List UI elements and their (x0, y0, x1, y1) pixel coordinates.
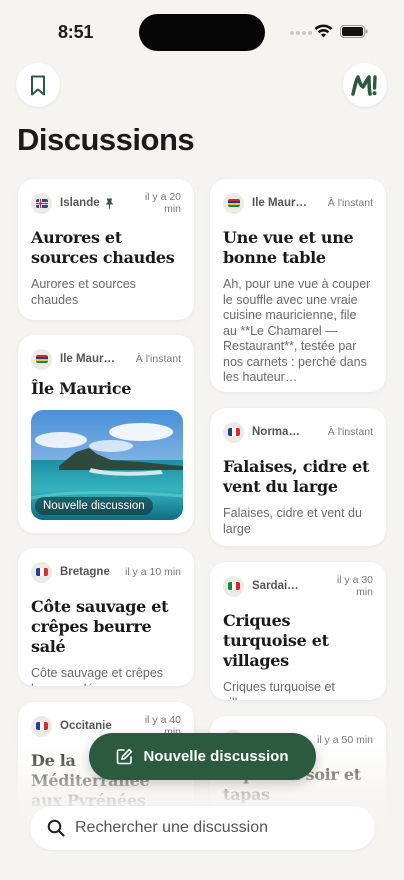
wifi-icon (314, 24, 333, 38)
search-bar[interactable] (30, 806, 375, 850)
card-region: Normandie (252, 426, 304, 438)
status-time: 8:51 (58, 22, 94, 42)
discussion-card[interactable]: Île Maurice À l'instant Île Maurice Nouv… (18, 335, 194, 533)
card-preview: Falaises, cidre et vent du large (223, 506, 362, 536)
discussion-card[interactable]: Sardaigne il y a 30 min Criques turquois… (210, 562, 386, 700)
app-logo-icon (351, 75, 377, 96)
card-title: Côte sauvage et crêpes beurre salé (31, 597, 169, 656)
card-time: À l'instant (135, 353, 181, 365)
france-flag-icon (31, 715, 52, 737)
italy-flag-icon (223, 575, 244, 597)
destination-photo: Nouvelle discussion (31, 410, 183, 520)
mauritius-flag-icon (31, 348, 52, 370)
card-title: Une vue et une bonne table (223, 228, 354, 267)
photo-caption: Nouvelle discussion (35, 497, 153, 515)
discussion-card[interactable]: Île Maurice À l'instant Une vue et une b… (210, 179, 386, 392)
card-time: À l'instant (327, 426, 373, 438)
card-preview: Ah, pour une vue à couper le souffle ave… (223, 277, 371, 384)
card-title: Aurores et sources chaudes (31, 228, 175, 267)
card-region: Sardaigne (252, 580, 304, 592)
status-bar: 8:51 (0, 0, 404, 62)
card-title: Île Maurice (31, 379, 132, 398)
pin-icon (105, 198, 114, 208)
discussion-card[interactable]: Islande il y a 20 min Aurores et sources… (18, 179, 194, 320)
card-preview: Côte sauvage et crêpes beurre salé (31, 666, 164, 686)
cellular-signal-icon (290, 31, 312, 35)
battery-icon (340, 25, 368, 38)
card-title: Falaises, cidre et vent du large (223, 457, 370, 496)
card-region: Occitanie (60, 720, 112, 732)
france-flag-icon (223, 421, 244, 443)
card-time: il y a 10 min (124, 566, 181, 578)
card-region: Bretagne (60, 566, 110, 578)
app-logo-button[interactable] (343, 63, 387, 107)
card-region: Islande (60, 197, 100, 209)
compose-icon (117, 748, 133, 765)
new-discussion-button[interactable]: Nouvelle discussion (89, 733, 316, 780)
discussion-card[interactable]: Bretagne il y a 10 min Côte sauvage et c… (18, 548, 194, 686)
dynamic-island (139, 14, 265, 51)
card-time: il y a 30 min (336, 574, 373, 598)
discussion-card[interactable]: Normandie À l'instant Falaises, cidre et… (210, 408, 386, 546)
card-time: À l'instant (327, 197, 373, 209)
card-region: Île Maurice (60, 353, 118, 365)
card-region: Île Maurice (252, 197, 310, 209)
card-time: il y a 20 min (144, 191, 181, 215)
france-flag-icon (31, 561, 52, 583)
search-input[interactable] (75, 819, 355, 837)
card-title: Criques turquoise et villages (223, 611, 329, 670)
iceland-flag-icon (31, 192, 52, 214)
search-icon (47, 819, 65, 837)
bookmark-button[interactable] (16, 63, 60, 107)
mauritius-flag-icon (223, 192, 244, 214)
card-preview: Criques turquoise et villages (223, 680, 335, 700)
new-discussion-label: Nouvelle discussion (143, 748, 289, 765)
card-time: il y a 50 min (316, 734, 373, 746)
card-preview: Aurores et sources chaudes (31, 277, 136, 307)
bookmark-icon (31, 75, 45, 95)
page-title: Discussions (17, 122, 195, 157)
